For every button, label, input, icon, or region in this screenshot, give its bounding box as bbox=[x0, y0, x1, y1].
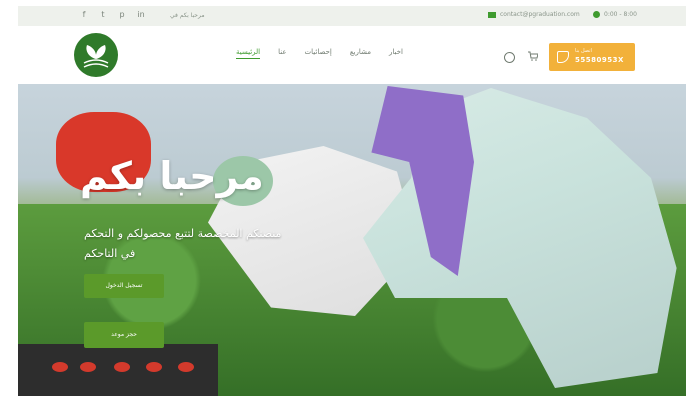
pinterest-icon[interactable]: p bbox=[118, 11, 126, 19]
linkedin-icon[interactable]: in bbox=[137, 11, 145, 19]
twitter-icon[interactable]: t bbox=[99, 11, 107, 19]
hero-title: مرحبا بكم bbox=[80, 154, 264, 198]
hero-crate-image bbox=[18, 344, 218, 396]
site-header: الرئيسية عنا إحصائيات مشاريع اخبار اتصل … bbox=[18, 26, 686, 90]
nav-statistics[interactable]: إحصائيات bbox=[305, 48, 332, 59]
main-nav: الرئيسية عنا إحصائيات مشاريع اخبار bbox=[236, 48, 403, 59]
left-border bbox=[0, 0, 18, 396]
email-info: contact@pgraduation.com bbox=[488, 11, 580, 18]
nav-home[interactable]: الرئيسية bbox=[236, 48, 261, 59]
cart-icon[interactable] bbox=[528, 51, 538, 61]
email-address[interactable]: contact@pgraduation.com bbox=[500, 11, 580, 18]
hero-subtitle: منصتكم المخصصة لتتبع محصولكم و التحكم في… bbox=[84, 227, 282, 260]
phone-icon bbox=[557, 51, 569, 63]
logo[interactable] bbox=[74, 33, 118, 77]
mail-icon bbox=[488, 11, 496, 18]
login-button[interactable]: تسجيل الدخول bbox=[84, 274, 164, 298]
book-appointment-button[interactable]: حجز موعد bbox=[84, 322, 164, 348]
nav-news[interactable]: اخبار bbox=[389, 48, 403, 59]
nav-about[interactable]: عنا bbox=[278, 48, 286, 59]
search-icon[interactable] bbox=[504, 52, 515, 63]
welcome-text: مرحبا بكم في bbox=[170, 12, 205, 19]
phone-label: اتصل بنا bbox=[575, 48, 592, 54]
facebook-icon[interactable]: f bbox=[80, 11, 88, 19]
top-info-bar: f t p in مرحبا بكم في contact@pgraduatio… bbox=[18, 6, 686, 26]
social-links: f t p in bbox=[80, 11, 145, 19]
phone-button[interactable]: اتصل بنا 55580953X bbox=[549, 43, 635, 71]
hours-info: 0:00 - 8:00 bbox=[593, 11, 637, 18]
leaf-logo-icon bbox=[83, 45, 109, 68]
opening-hours: 0:00 - 8:00 bbox=[604, 11, 637, 18]
nav-projects[interactable]: مشاريع bbox=[350, 48, 371, 59]
clock-icon bbox=[593, 11, 600, 18]
phone-number: 55580953X bbox=[575, 56, 624, 64]
